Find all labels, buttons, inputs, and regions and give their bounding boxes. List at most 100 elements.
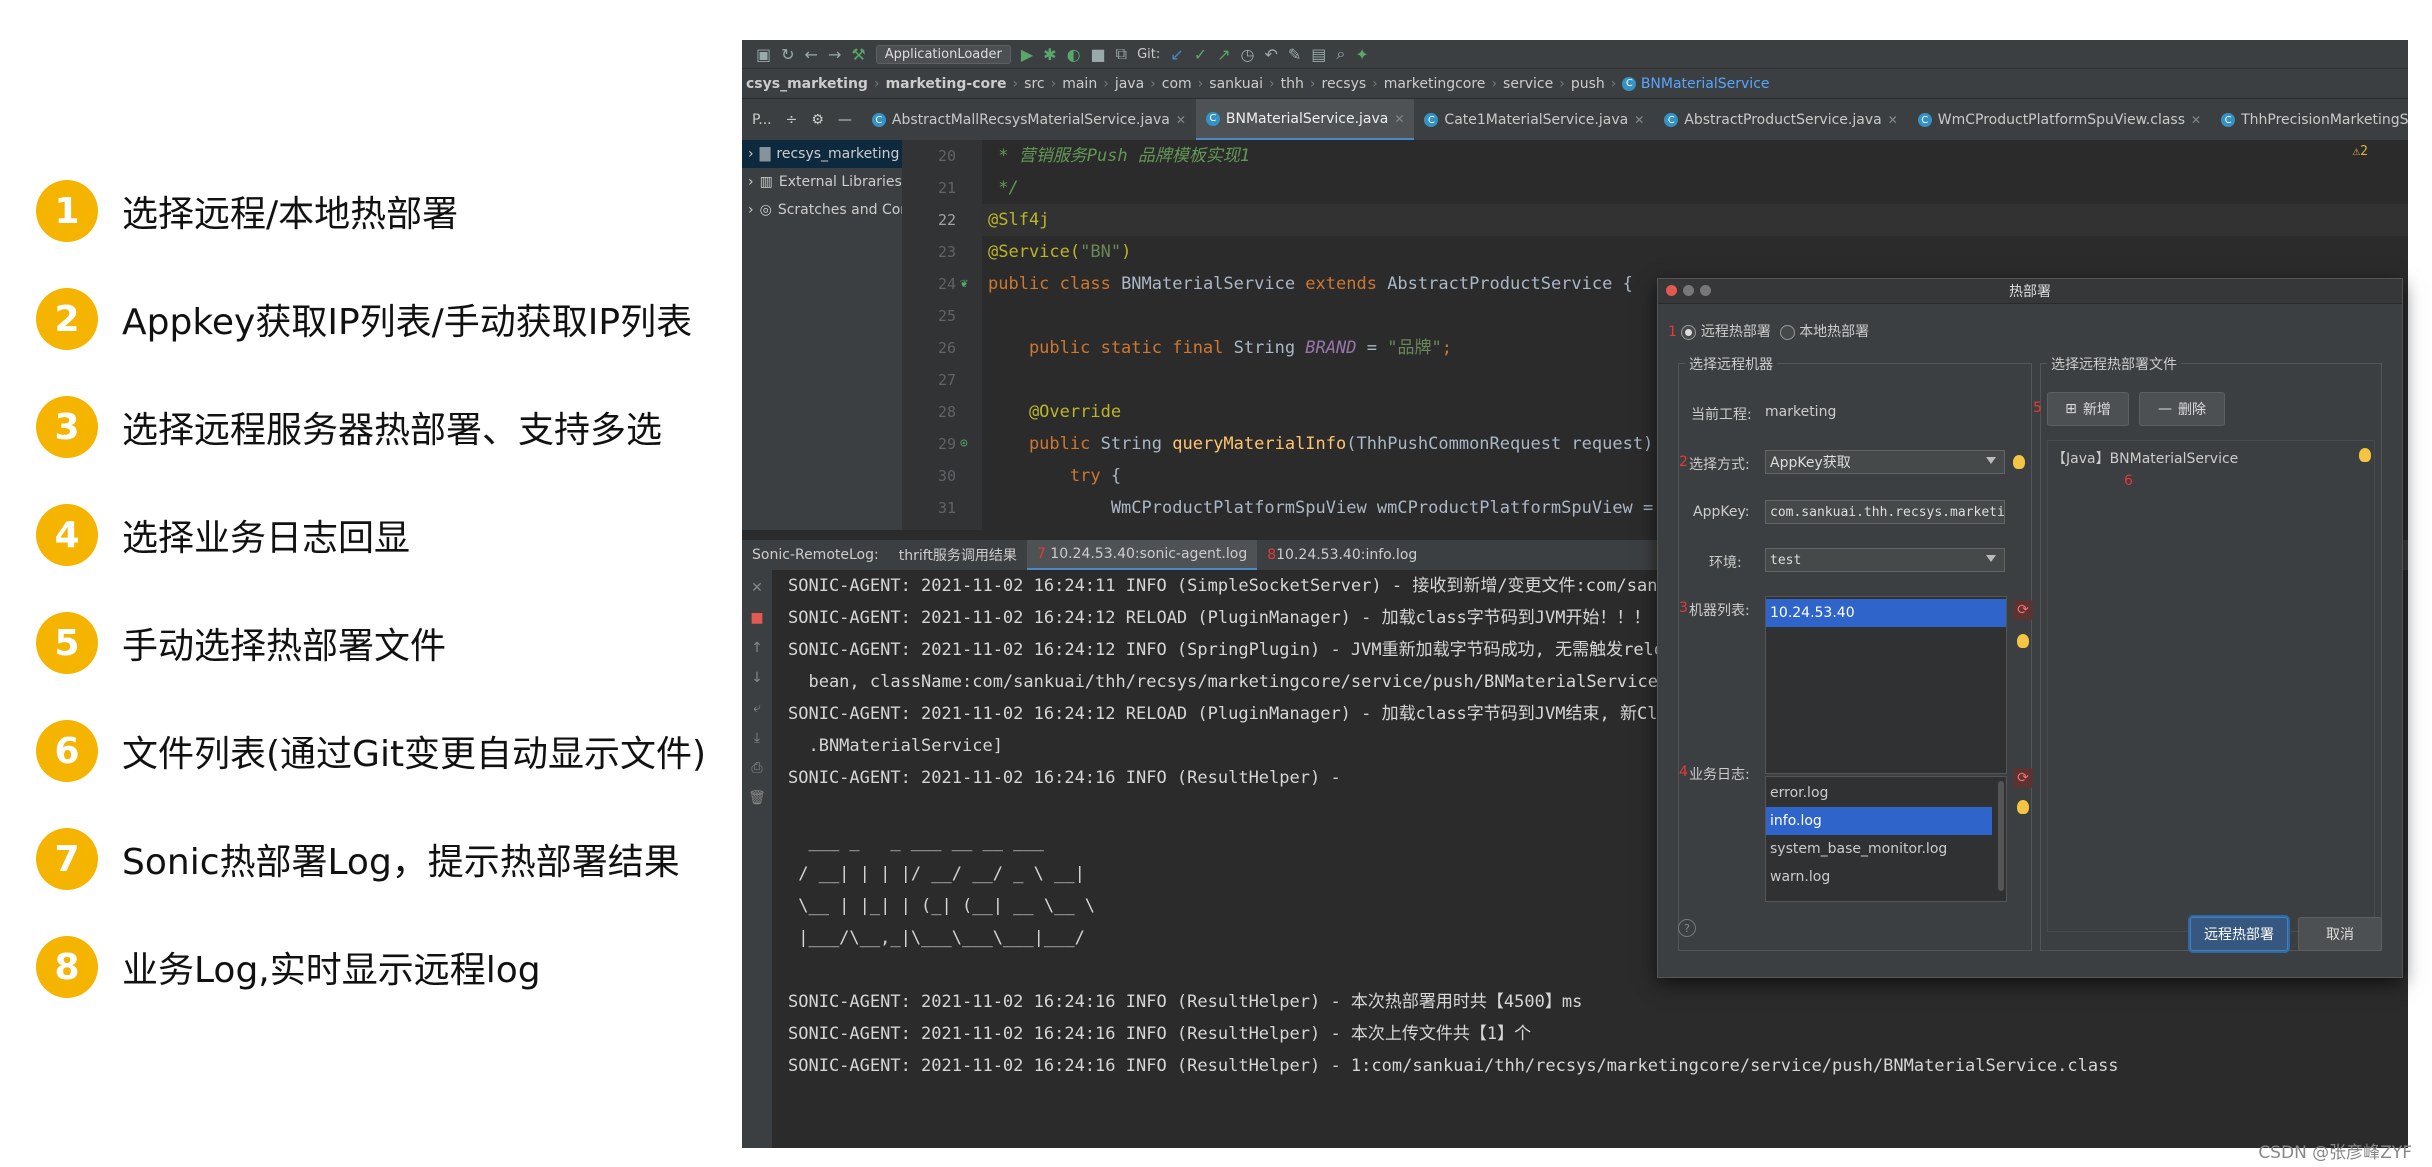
- refresh-icon[interactable]: ⟳: [2013, 600, 2033, 620]
- radio-remote-label[interactable]: 远程热部署: [1701, 324, 1771, 340]
- spring-bean-icon[interactable]: ❦: [960, 276, 968, 291]
- log-line: |___/\__,_|\___\___\___|___/: [788, 928, 1085, 948]
- breadcrumb-item[interactable]: recsys: [1322, 76, 1367, 92]
- log-item[interactable]: info.log: [1766, 807, 1992, 835]
- rollback-icon[interactable]: ↶: [1264, 45, 1277, 64]
- warning-count[interactable]: ⚠2: [2352, 144, 2368, 159]
- expand-icon[interactable]: ›: [748, 202, 754, 218]
- log-item[interactable]: system_base_monitor.log: [1766, 835, 2006, 863]
- trash-icon[interactable]: 🗑: [748, 790, 766, 806]
- close-icon[interactable]: ✕: [1888, 113, 1898, 127]
- tab-bn-material-service[interactable]: C BNMaterialService.java ✕: [1195, 99, 1415, 141]
- override-icon[interactable]: ⊙: [960, 436, 968, 451]
- breadcrumb-item[interactable]: java: [1115, 76, 1144, 92]
- expand-icon[interactable]: ›: [748, 146, 754, 162]
- attach-icon[interactable]: ⧉: [1116, 44, 1127, 64]
- breadcrumb-item[interactable]: push: [1571, 76, 1605, 92]
- env-select[interactable]: test: [1765, 548, 2005, 572]
- tab-spu-info[interactable]: CThhPrecisionMarketingSpuInfo.java✕: [2211, 99, 2408, 141]
- annotation-mark: 7: [1036, 546, 1046, 562]
- class-icon: C: [1664, 113, 1679, 127]
- machine-list[interactable]: 10.24.53.40: [1765, 596, 2007, 774]
- machine-item[interactable]: 10.24.53.40: [1766, 599, 2006, 627]
- close-icon[interactable]: ✕: [751, 580, 763, 596]
- tab-spu-view[interactable]: C WmCProductPlatformSpuView.class ✕: [1908, 99, 2211, 141]
- collapse-icon[interactable]: ÷: [786, 112, 798, 128]
- radio-local-label[interactable]: 本地热部署: [1799, 324, 1869, 340]
- breadcrumb-item[interactable]: marketing-core: [886, 76, 1007, 92]
- delete-file-button[interactable]: — 删除: [2139, 392, 2225, 426]
- save-icon[interactable]: ▣: [756, 45, 771, 64]
- tab-thrift-result[interactable]: thrift服务调用结果: [889, 540, 1027, 570]
- log-item[interactable]: error.log: [1766, 779, 2006, 807]
- tab-sonic-agent-log[interactable]: 7 10.24.53.40:sonic-agent.log: [1026, 540, 1258, 570]
- method-select[interactable]: AppKey获取: [1765, 450, 2005, 474]
- history-icon[interactable]: ◷: [1241, 45, 1255, 64]
- external-libraries[interactable]: › ▥ External Libraries: [742, 168, 902, 196]
- file-item[interactable]: 【Java】BNMaterialService: [2048, 445, 2374, 473]
- maximize-window-icon[interactable]: [1700, 285, 1711, 296]
- wrap-icon[interactable]: ⤶: [753, 700, 761, 716]
- minimize-window-icon[interactable]: [1683, 285, 1694, 296]
- tab-abstract-product[interactable]: C AbstractProductService.java ✕: [1654, 99, 1908, 141]
- line-number: 25: [937, 307, 956, 325]
- radio-local[interactable]: [1779, 324, 1795, 340]
- plugin-icon[interactable]: ✦: [1355, 45, 1368, 64]
- wrench-icon[interactable]: ✎: [1288, 45, 1301, 64]
- up-icon[interactable]: ↑: [751, 640, 763, 656]
- project-root[interactable]: › ▇ recsys_marketing [: [742, 140, 902, 168]
- breadcrumb-item[interactable]: csys_marketing: [746, 76, 868, 92]
- tab-cate1-material[interactable]: C Cate1MaterialService.java ✕: [1414, 99, 1654, 141]
- breadcrumb-item[interactable]: src: [1024, 76, 1044, 92]
- breadcrumb-item[interactable]: sankuai: [1209, 76, 1263, 92]
- close-icon[interactable]: ✕: [2191, 113, 2201, 127]
- tab-info-log[interactable]: 8 10.24.53.40:info.log: [1257, 540, 1427, 570]
- scrollbar[interactable]: [1998, 781, 2004, 891]
- scratches[interactable]: › ◎ Scratches and Con: [742, 196, 902, 224]
- down-icon[interactable]: ↓: [751, 670, 763, 686]
- breadcrumb-item[interactable]: service: [1503, 76, 1553, 92]
- close-window-icon[interactable]: [1666, 285, 1677, 296]
- coverage-icon[interactable]: ◐: [1067, 45, 1081, 64]
- add-file-button[interactable]: ⊞ 新增: [2047, 392, 2129, 426]
- refresh-icon[interactable]: ⟳: [2013, 768, 2033, 788]
- forward-icon[interactable]: →: [828, 45, 841, 64]
- stop-icon[interactable]: ■: [1091, 45, 1106, 64]
- debug-icon[interactable]: ✱: [1043, 45, 1056, 64]
- build-icon[interactable]: ⚒: [851, 45, 865, 64]
- radio-remote[interactable]: [1681, 324, 1697, 340]
- gear-icon[interactable]: ⚙: [811, 112, 824, 128]
- breadcrumb-item[interactable]: marketingcore: [1384, 76, 1486, 92]
- appkey-input[interactable]: com.sankuai.thh.recsys.marketing: [1765, 500, 2005, 524]
- scroll-end-icon[interactable]: ⤓: [754, 730, 760, 746]
- remote-deploy-button[interactable]: 远程热部署: [2190, 917, 2288, 951]
- help-icon[interactable]: ?: [1678, 919, 1696, 937]
- close-icon[interactable]: ✕: [1394, 112, 1404, 126]
- breadcrumb-item[interactable]: com: [1162, 76, 1192, 92]
- line-number: 29: [937, 435, 956, 453]
- breadcrumb-item[interactable]: thh: [1281, 76, 1304, 92]
- breadcrumb-item[interactable]: main: [1062, 76, 1097, 92]
- sync-icon[interactable]: ↻: [781, 45, 794, 64]
- log-item[interactable]: warn.log: [1766, 863, 2006, 891]
- minimize-icon[interactable]: —: [838, 112, 852, 128]
- print-icon[interactable]: ⎙: [751, 760, 762, 776]
- project-view-select[interactable]: P...: [752, 112, 772, 128]
- biz-log-list[interactable]: error.log info.log system_base_monitor.l…: [1765, 776, 2007, 902]
- run-config-select[interactable]: ApplicationLoader: [875, 44, 1011, 64]
- deploy-file-list[interactable]: 【Java】BNMaterialService 6: [2047, 440, 2375, 932]
- git-update-icon[interactable]: ↙: [1170, 45, 1183, 64]
- back-icon[interactable]: ←: [805, 45, 818, 64]
- git-commit-icon[interactable]: ✓: [1194, 45, 1207, 64]
- tab-abstract-mall[interactable]: C AbstractMallRecsysMaterialService.java ✕: [862, 99, 1196, 141]
- structure-icon[interactable]: ▤: [1311, 45, 1326, 64]
- cancel-button[interactable]: 取消: [2298, 917, 2382, 951]
- close-icon[interactable]: ✕: [1634, 113, 1644, 127]
- run-icon[interactable]: ▶: [1021, 45, 1033, 64]
- search-icon[interactable]: ⌕: [1336, 44, 1345, 64]
- breadcrumb-item[interactable]: BNMaterialService: [1641, 76, 1770, 92]
- git-push-icon[interactable]: ↗: [1217, 45, 1230, 64]
- expand-icon[interactable]: ›: [748, 174, 754, 190]
- stop-icon[interactable]: ■: [750, 610, 763, 626]
- close-icon[interactable]: ✕: [1176, 113, 1186, 127]
